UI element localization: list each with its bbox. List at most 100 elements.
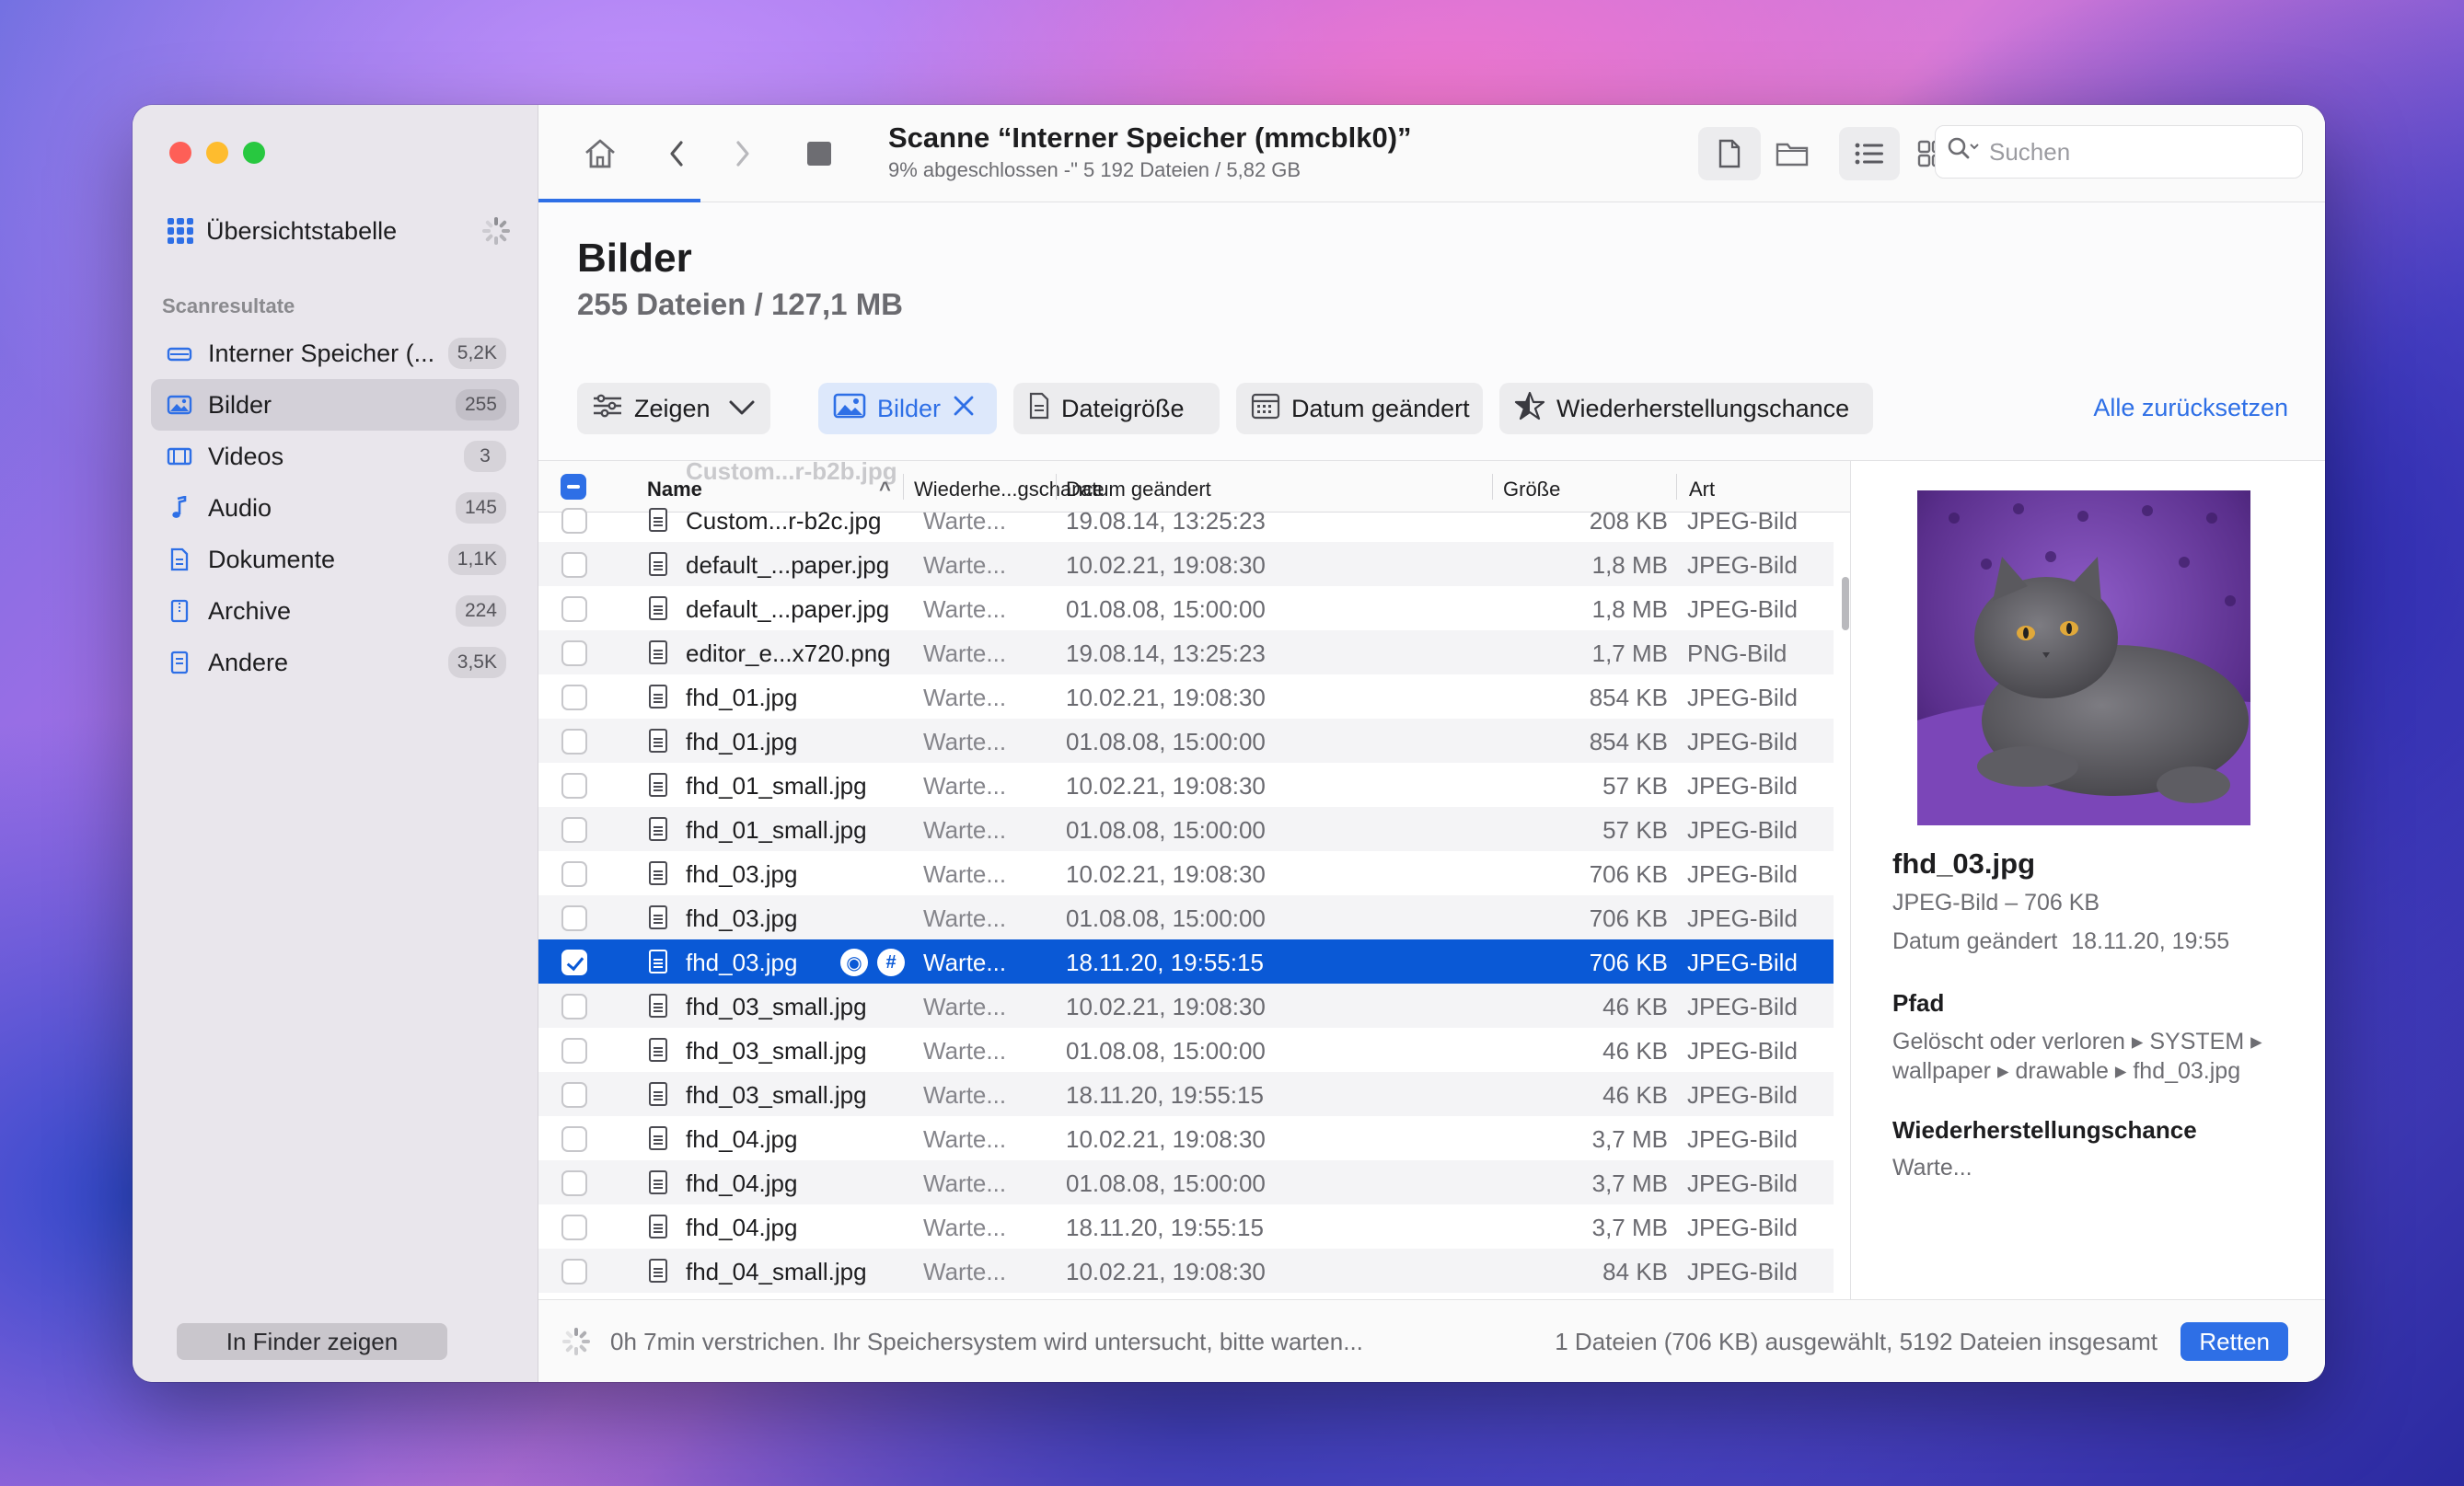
row-checkbox[interactable] <box>561 861 587 887</box>
row-checkbox[interactable] <box>561 1038 587 1064</box>
cell-type: PNG-Bild <box>1687 639 1787 667</box>
show-in-finder-button[interactable]: In Finder zeigen <box>177 1323 447 1360</box>
row-checkbox[interactable] <box>561 596 587 622</box>
cell-size: 706 KB <box>1589 949 1668 976</box>
home-icon[interactable] <box>579 132 621 175</box>
preview-date-label: Datum geändert <box>1892 928 2058 954</box>
sidebar-item-other[interactable]: Andere 3,5K <box>151 637 519 688</box>
table-row[interactable]: default_...paper.jpg Warte... 01.08.08, 15… <box>538 586 1834 630</box>
images-filter-chip[interactable]: Bilder <box>818 383 997 434</box>
show-dropdown[interactable]: Zeigen <box>577 383 770 434</box>
table-row[interactable]: fhd_03_small.jpg Warte... 18.11.20, 19:55:… <box>538 1072 1834 1116</box>
row-checkbox[interactable] <box>561 950 587 975</box>
table-row[interactable]: fhd_01_small.jpg Warte... 01.08.08, 15:00:… <box>538 807 1834 851</box>
calendar-icon <box>1251 392 1280 426</box>
sidebar-item-archives[interactable]: Archive 224 <box>151 585 519 637</box>
table-row[interactable]: fhd_01.jpg Warte... 10.02.21, 19:08:30 854 … <box>538 674 1834 719</box>
select-all-checkbox[interactable] <box>561 474 586 500</box>
table-row[interactable]: editor_e...x720.png Warte... 19.08.14, 13:… <box>538 630 1834 674</box>
sidebar-item-audio[interactable]: Audio 145 <box>151 482 519 534</box>
table-row[interactable]: fhd_03.jpg Warte... 01.08.08, 15:00:00 706 … <box>538 895 1834 939</box>
table-row[interactable]: fhd_04_small.jpg Warte... 10.02.21, 19:08:… <box>538 1249 1834 1293</box>
row-checkbox[interactable] <box>561 1259 587 1284</box>
table-row[interactable]: fhd_03_small.jpg Warte... 10.02.21, 19:08:… <box>538 984 1834 1028</box>
film-icon <box>166 444 193 468</box>
cell-type: JPEG-Bild <box>1687 551 1798 579</box>
row-checkbox[interactable] <box>561 817 587 843</box>
table-row[interactable]: fhd_03.jpg Warte... 10.02.21, 19:08:30 706 … <box>538 851 1834 895</box>
sidebar-item-documents[interactable]: Dokumente 1,1K <box>151 534 519 585</box>
table-row[interactable]: Custom...r-b2c.jpg Warte... 19.08.14, 13:2… <box>538 498 1834 542</box>
document-icon <box>166 547 193 571</box>
overview-item[interactable]: Übersichtstabelle <box>168 208 510 254</box>
eye-icon[interactable]: ◉ <box>840 949 868 976</box>
cell-type: JPEG-Bild <box>1687 1037 1798 1065</box>
table-row[interactable]: fhd_04.jpg Warte... 01.08.08, 15:00:00 3,7 … <box>538 1160 1834 1204</box>
table-row[interactable]: default_...paper.jpg Warte... 10.02.21, 19… <box>538 542 1834 586</box>
cell-chance: Warte... <box>923 507 1007 535</box>
reset-all-link[interactable]: Alle zurücksetzen <box>2093 394 2288 422</box>
table-row[interactable]: fhd_03_small.jpg Warte... 01.08.08, 15:00:… <box>538 1028 1834 1072</box>
table-row[interactable]: fhd_04.jpg Warte... 18.11.20, 19:55:15 3,7 … <box>538 1204 1834 1249</box>
folder-view-icon[interactable] <box>1771 132 1813 175</box>
recovery-chance-filter-chip[interactable]: Wiederherstellungschance <box>1499 383 1873 434</box>
cell-name: fhd_04.jpg <box>686 1125 798 1153</box>
cell-size: 208 KB <box>1589 507 1668 535</box>
forward-chevron-icon[interactable] <box>722 132 764 175</box>
sidebar-item-count: 3,5K <box>447 647 506 678</box>
row-checkbox[interactable] <box>561 905 587 931</box>
preview-filename: fhd_03.jpg <box>1892 847 2036 880</box>
cell-type: JPEG-Bild <box>1687 772 1798 800</box>
cell-size: 57 KB <box>1602 816 1668 844</box>
list-view-toggle[interactable] <box>1839 127 1900 180</box>
sidebar-list: Interner Speicher (... 5,2K Bilder 255 V… <box>151 328 519 688</box>
search-field[interactable]: Suchen <box>1935 125 2303 179</box>
row-checkbox[interactable] <box>561 685 587 710</box>
row-checkbox[interactable] <box>561 773 587 799</box>
sliders-icon <box>592 393 623 425</box>
row-checkbox[interactable] <box>561 552 587 578</box>
date-filter-chip[interactable]: Datum geändert <box>1236 383 1483 434</box>
grid-icon <box>168 218 193 244</box>
sidebar-item-images[interactable]: Bilder 255 <box>151 379 519 431</box>
table-row[interactable]: fhd_04.jpg Warte... 10.02.21, 19:08:30 3,7 … <box>538 1116 1834 1160</box>
cell-name: fhd_01.jpg <box>686 684 798 711</box>
cell-chance: Warte... <box>923 1081 1007 1109</box>
file-icon <box>649 773 667 797</box>
recover-button[interactable]: Retten <box>2181 1322 2288 1361</box>
cell-name: fhd_04.jpg <box>686 1214 798 1241</box>
table-row[interactable]: fhd_03.jpg ◉ # Warte... 18.11.20, 19:55:15 70… <box>538 939 1834 984</box>
cell-type: JPEG-Bild <box>1687 1214 1798 1241</box>
minimize-window-button[interactable] <box>206 142 228 164</box>
row-checkbox[interactable] <box>561 729 587 755</box>
recovery-chance-heading: Wiederherstellungschance <box>1892 1116 2197 1144</box>
cell-chance: Warte... <box>923 860 1007 888</box>
table-row[interactable]: fhd_01_small.jpg Warte... 10.02.21, 19:08:… <box>538 763 1834 807</box>
row-checkbox[interactable] <box>561 640 587 666</box>
page-title: Bilder <box>577 236 692 281</box>
back-chevron-icon[interactable] <box>655 132 698 175</box>
cell-size: 1,7 MB <box>1591 639 1668 667</box>
file-view-toggle[interactable] <box>1698 127 1761 180</box>
sidebar-item-label: Andere <box>208 648 289 676</box>
row-checkbox[interactable] <box>561 994 587 1019</box>
row-checkbox[interactable] <box>561 1082 587 1108</box>
row-checkbox[interactable] <box>561 1126 587 1152</box>
zoom-window-button[interactable] <box>243 142 265 164</box>
sidebar-item-videos[interactable]: Videos 3 <box>151 431 519 482</box>
table-row[interactable]: fhd_01.jpg Warte... 01.08.08, 15:00:00 854 … <box>538 719 1834 763</box>
hash-icon[interactable]: # <box>877 949 905 976</box>
file-icon <box>649 1126 667 1150</box>
scrollbar-thumb[interactable] <box>1842 577 1849 630</box>
filesize-filter-chip[interactable]: Dateigröße <box>1013 383 1220 434</box>
sidebar-item-internal-storage[interactable]: Interner Speicher (... 5,2K <box>151 328 519 379</box>
file-table: Custom...r-b2b.jpg Name ^ Wiederhe...gsc… <box>538 460 1850 1299</box>
close-window-button[interactable] <box>169 142 191 164</box>
close-icon[interactable] <box>952 394 976 424</box>
row-checkbox[interactable] <box>561 1215 587 1240</box>
cell-size: 3,7 MB <box>1591 1214 1668 1241</box>
row-checkbox[interactable] <box>561 1170 587 1196</box>
vertical-scrollbar[interactable] <box>1841 524 1850 1296</box>
stop-scan-icon[interactable] <box>798 132 840 175</box>
row-checkbox[interactable] <box>561 508 587 534</box>
